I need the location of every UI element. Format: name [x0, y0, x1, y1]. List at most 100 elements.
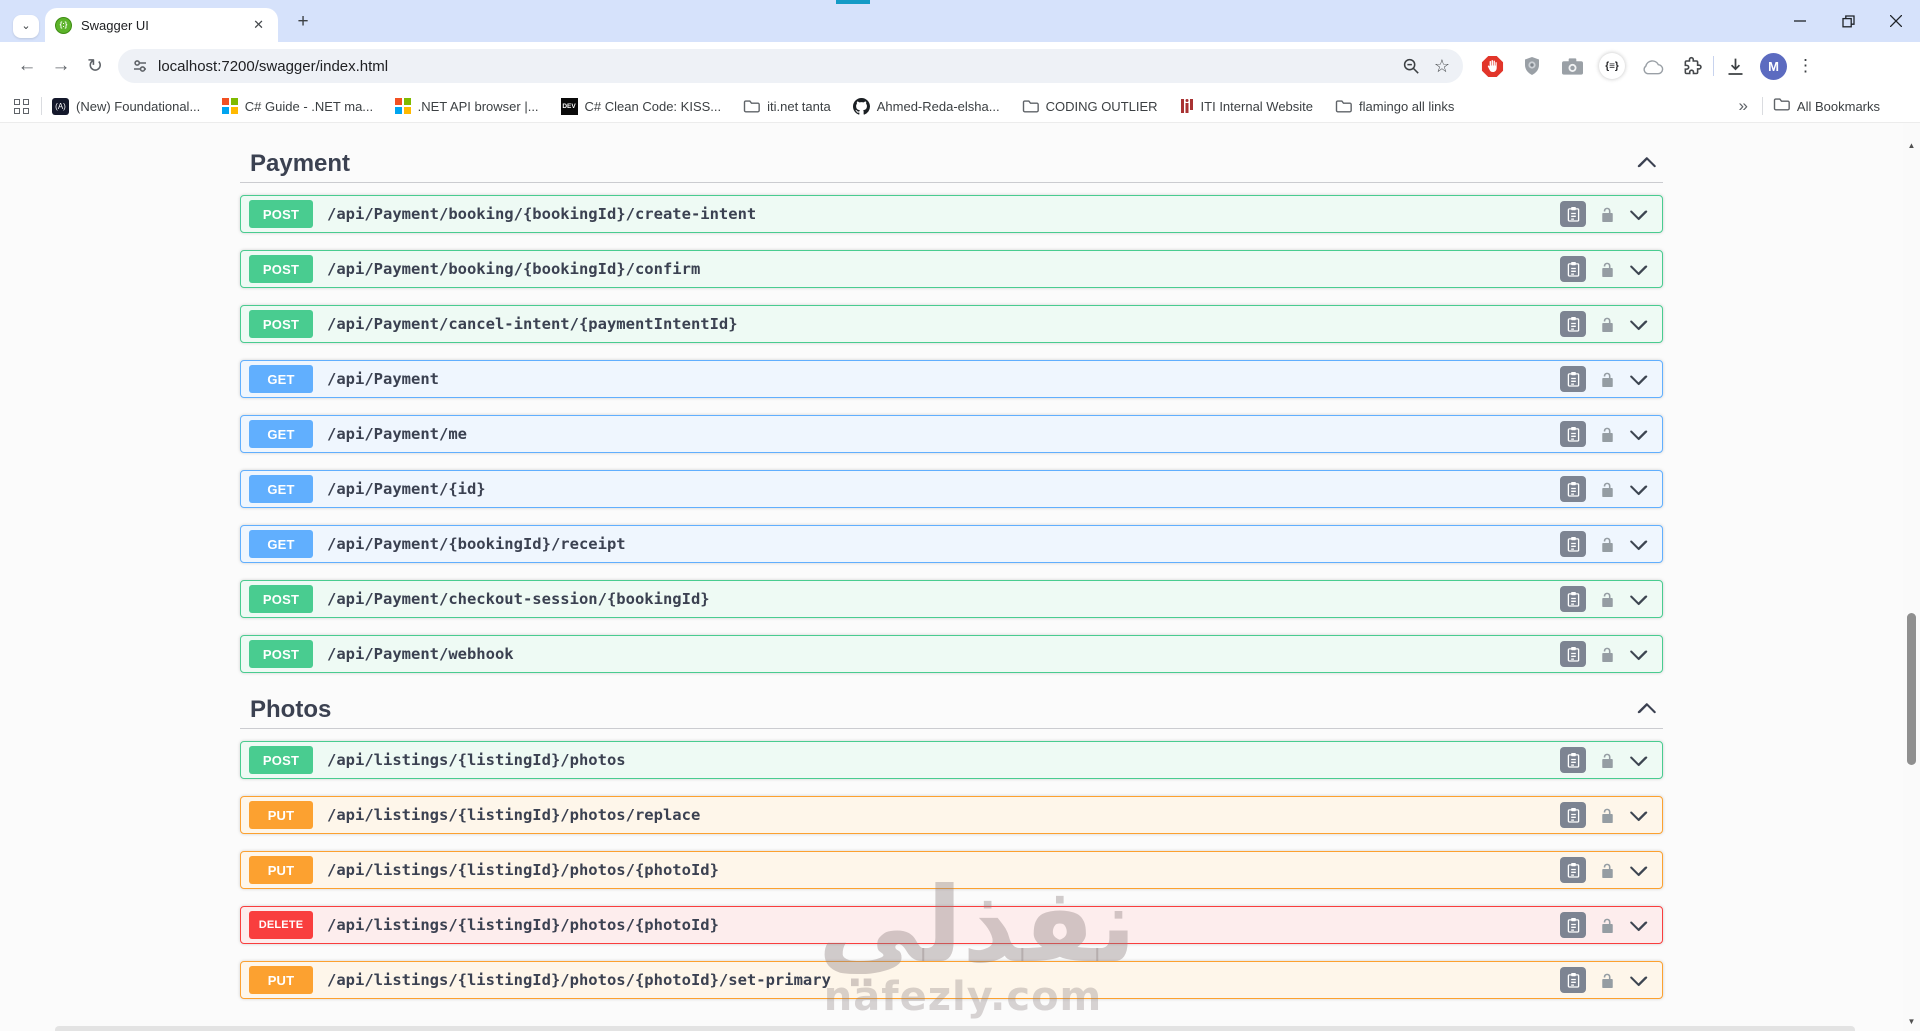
lock-open-icon[interactable] — [1600, 807, 1615, 824]
lock-open-icon[interactable] — [1600, 536, 1615, 553]
camera-ext-icon[interactable] — [1559, 53, 1585, 79]
operation-row[interactable]: GET /api/Payment/{id} — [240, 470, 1663, 508]
chevron-down-icon[interactable] — [1629, 205, 1648, 224]
lock-open-icon[interactable] — [1600, 917, 1615, 934]
clipboard-icon[interactable] — [1560, 531, 1586, 557]
address-bar[interactable]: localhost:7200/swagger/index.html ☆ — [118, 49, 1463, 83]
lock-open-icon[interactable] — [1600, 972, 1615, 989]
operation-row[interactable]: PUT /api/listings/{listingId}/photos/rep… — [240, 796, 1663, 834]
operation-row[interactable]: POST /api/Payment/booking/{bookingId}/cr… — [240, 195, 1663, 233]
operation-row[interactable]: GET /api/Payment — [240, 360, 1663, 398]
all-bookmarks-button[interactable]: All Bookmarks — [1773, 97, 1880, 116]
chevron-down-icon[interactable] — [1629, 971, 1648, 990]
browser-menu-icon[interactable]: ⋮ — [1787, 56, 1824, 76]
reload-icon[interactable]: ↻ — [78, 49, 112, 83]
shield-ext-icon[interactable] — [1519, 53, 1545, 79]
lock-open-icon[interactable] — [1600, 261, 1615, 278]
chevron-down-icon[interactable] — [1629, 425, 1648, 444]
chevron-down-icon[interactable] — [1629, 370, 1648, 389]
clipboard-icon[interactable] — [1560, 802, 1586, 828]
lock-open-icon[interactable] — [1600, 646, 1615, 663]
bookmark-item[interactable]: ITI Internal Website — [1180, 98, 1313, 114]
clipboard-icon[interactable] — [1560, 256, 1586, 282]
lock-open-icon[interactable] — [1600, 316, 1615, 333]
chevron-up-icon[interactable] — [1631, 151, 1663, 178]
lock-open-icon[interactable] — [1600, 426, 1615, 443]
bookmark-item[interactable]: .NET API browser |... — [395, 98, 539, 114]
chevron-down-icon[interactable] — [1629, 645, 1648, 664]
bookmark-item[interactable]: DEV C# Clean Code: KISS... — [560, 97, 721, 115]
clipboard-icon[interactable] — [1560, 857, 1586, 883]
operation-row[interactable]: POST /api/Payment/checkout-session/{book… — [240, 580, 1663, 618]
bookmark-item[interactable]: C# Guide - .NET ma... — [222, 98, 373, 114]
operation-row[interactable]: POST /api/Payment/cancel-intent/{payment… — [240, 305, 1663, 343]
lock-open-icon[interactable] — [1600, 481, 1615, 498]
bookmark-item[interactable]: (A) (New) Foundational... — [52, 97, 200, 115]
extensions-puzzle-icon[interactable] — [1679, 53, 1705, 79]
close-icon[interactable] — [1872, 0, 1920, 42]
clipboard-icon[interactable] — [1560, 967, 1586, 993]
apps-grid-icon[interactable] — [14, 98, 29, 114]
forward-icon[interactable]: → — [44, 49, 78, 83]
operation-row[interactable]: POST /api/Payment/webhook — [240, 635, 1663, 673]
chevron-down-icon[interactable] — [1629, 916, 1648, 935]
chevron-down-icon[interactable] — [1629, 806, 1648, 825]
url-text[interactable]: localhost:7200/swagger/index.html — [158, 58, 1395, 75]
bookmark-item[interactable]: Ahmed-Reda-elsha... — [852, 97, 1000, 115]
minimize-icon[interactable] — [1776, 0, 1824, 42]
tab-search-button[interactable]: ⌄ — [13, 15, 39, 38]
section-header[interactable]: Payment — [240, 150, 1663, 183]
clipboard-icon[interactable] — [1560, 641, 1586, 667]
clipboard-icon[interactable] — [1560, 366, 1586, 392]
operation-row[interactable]: POST /api/listings/{listingId}/photos — [240, 741, 1663, 779]
clipboard-icon[interactable] — [1560, 586, 1586, 612]
bookmark-item[interactable]: iti.net tanta — [743, 99, 831, 114]
clipboard-icon[interactable] — [1560, 201, 1586, 227]
bookmarks-overflow-icon[interactable]: » — [1738, 96, 1747, 116]
back-icon[interactable]: ← — [10, 49, 44, 83]
chevron-down-icon[interactable] — [1629, 480, 1648, 499]
restore-icon[interactable] — [1824, 0, 1872, 42]
scrollbar[interactable]: ▲ ▼ — [1903, 123, 1920, 1031]
bookmark-item[interactable]: CODING OUTLIER — [1022, 99, 1158, 114]
adblock-icon[interactable] — [1479, 53, 1505, 79]
operation-row[interactable]: POST /api/Payment/booking/{bookingId}/co… — [240, 250, 1663, 288]
chevron-down-icon[interactable] — [1629, 590, 1648, 609]
chevron-down-icon[interactable] — [1629, 751, 1648, 770]
profile-avatar[interactable]: M — [1760, 52, 1787, 80]
lock-open-icon[interactable] — [1600, 752, 1615, 769]
clipboard-icon[interactable] — [1560, 912, 1586, 938]
new-tab-button[interactable]: + — [290, 10, 316, 34]
chevron-down-icon[interactable] — [1629, 535, 1648, 554]
clipboard-icon[interactable] — [1560, 747, 1586, 773]
clipboard-icon[interactable] — [1560, 311, 1586, 337]
scroll-up-icon[interactable]: ▲ — [1903, 137, 1920, 153]
lock-open-icon[interactable] — [1600, 371, 1615, 388]
cloud-ext-icon[interactable] — [1639, 53, 1665, 79]
downloads-icon[interactable] — [1722, 53, 1748, 79]
chevron-down-icon[interactable] — [1629, 260, 1648, 279]
active-tab[interactable]: {:} Swagger UI ✕ — [45, 8, 278, 42]
json-formatter-icon[interactable]: {≡} — [1599, 53, 1625, 79]
lock-open-icon[interactable] — [1600, 206, 1615, 223]
operation-row[interactable]: GET /api/Payment/{bookingId}/receipt — [240, 525, 1663, 563]
operation-row[interactable]: GET /api/Payment/me — [240, 415, 1663, 453]
bookmark-item[interactable]: flamingo all links — [1335, 99, 1454, 114]
bookmark-star-icon[interactable]: ☆ — [1427, 52, 1457, 81]
scroll-down-icon[interactable]: ▼ — [1903, 1013, 1920, 1029]
chevron-up-icon[interactable] — [1631, 697, 1663, 724]
lock-open-icon[interactable] — [1600, 862, 1615, 879]
clipboard-icon[interactable] — [1560, 476, 1586, 502]
zoom-out-icon[interactable] — [1395, 53, 1427, 79]
chevron-down-icon[interactable] — [1629, 861, 1648, 880]
scrollbar-thumb[interactable] — [1907, 613, 1916, 765]
operation-row[interactable]: PUT /api/listings/{listingId}/photos/{ph… — [240, 851, 1663, 889]
lock-open-icon[interactable] — [1600, 591, 1615, 608]
operation-row[interactable]: PUT /api/listings/{listingId}/photos/{ph… — [240, 961, 1663, 999]
section-header[interactable]: Photos — [240, 696, 1663, 729]
clipboard-icon[interactable] — [1560, 421, 1586, 447]
chevron-down-icon[interactable] — [1629, 315, 1648, 334]
tune-icon[interactable] — [132, 58, 148, 74]
operation-row[interactable]: DELETE /api/listings/{listingId}/photos/… — [240, 906, 1663, 944]
tab-close-icon[interactable]: ✕ — [249, 15, 268, 35]
